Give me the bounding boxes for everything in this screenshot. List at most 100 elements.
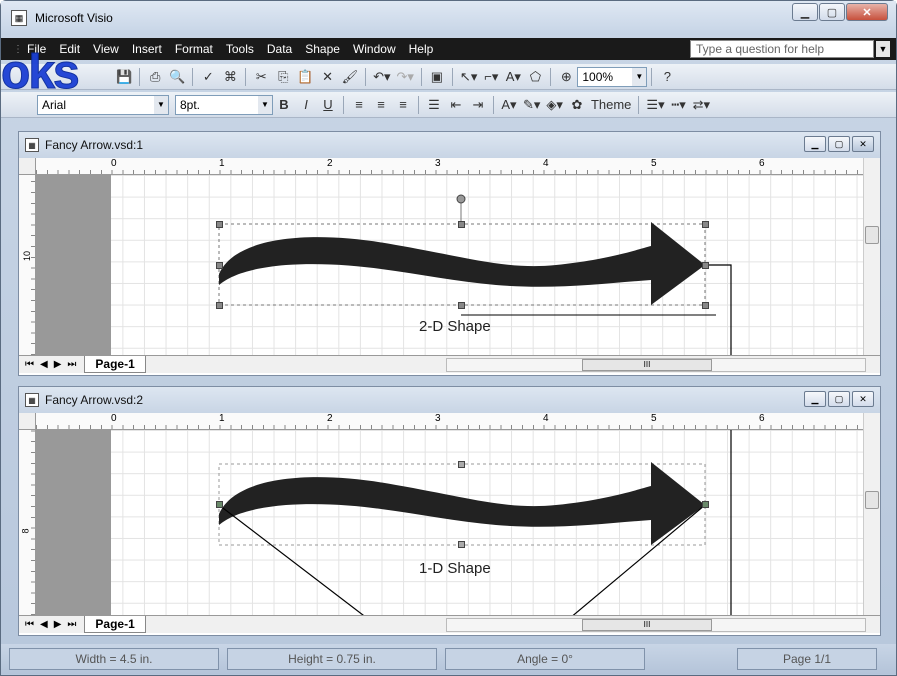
- theme-button[interactable]: Theme: [589, 95, 633, 115]
- line-weight-icon[interactable]: ☰▾: [644, 95, 666, 115]
- control-handle[interactable]: [458, 541, 465, 548]
- align-center-icon[interactable]: ≡: [371, 95, 391, 115]
- paste-icon[interactable]: 📋: [295, 67, 315, 87]
- bullets-icon[interactable]: ☰: [424, 95, 444, 115]
- end-point-handle[interactable]: [702, 501, 709, 508]
- zoom-select[interactable]: 100% ▼: [577, 66, 648, 87]
- maximize-button[interactable]: ▢: [819, 3, 845, 21]
- menu-format[interactable]: Format: [175, 42, 213, 56]
- connector-tool-icon[interactable]: ⌐▾: [481, 67, 501, 87]
- vertical-scrollbar[interactable]: [863, 158, 880, 355]
- menu-data[interactable]: Data: [267, 42, 292, 56]
- minimize-button[interactable]: ▁: [804, 391, 826, 407]
- font-size-value: 8pt.: [180, 97, 201, 112]
- ruler-corner: [19, 158, 36, 175]
- menu-shape[interactable]: Shape: [305, 42, 340, 56]
- menu-insert[interactable]: Insert: [132, 42, 162, 56]
- ruler-label: 0: [111, 158, 117, 169]
- scrollbar-thumb[interactable]: [865, 491, 879, 509]
- fancy-arrow-shape[interactable]: [219, 222, 705, 305]
- research-icon[interactable]: ⌘: [220, 67, 240, 87]
- selection-handle[interactable]: [216, 262, 223, 269]
- arrow-1d-shape[interactable]: [36, 430, 865, 615]
- selection-handle[interactable]: [702, 262, 709, 269]
- page-tab[interactable]: Page-1: [84, 616, 146, 633]
- page-tab[interactable]: Page-1: [84, 356, 146, 373]
- prev-page-icon[interactable]: ◀: [40, 359, 48, 370]
- ruler-label: 8: [20, 528, 31, 534]
- menu-window[interactable]: Window: [353, 42, 396, 56]
- save-icon[interactable]: 💾: [114, 67, 134, 87]
- scrollbar-thumb[interactable]: [865, 226, 879, 244]
- prev-page-icon[interactable]: ◀: [40, 619, 48, 630]
- fancy-arrow-shape[interactable]: [219, 462, 705, 545]
- last-page-icon[interactable]: ⏭: [67, 619, 76, 630]
- undo-icon[interactable]: ↶▾: [371, 67, 392, 87]
- shape-caption: 1-D Shape: [419, 560, 491, 577]
- menu-view[interactable]: View: [93, 42, 119, 56]
- close-button[interactable]: ✕: [852, 391, 874, 407]
- begin-point-handle[interactable]: [216, 501, 223, 508]
- line-ends-icon[interactable]: ⇄▾: [691, 95, 712, 115]
- copy-icon[interactable]: ⎘: [273, 67, 293, 87]
- control-handle[interactable]: [458, 461, 465, 468]
- first-page-icon[interactable]: ⏮: [25, 359, 34, 370]
- horizontal-scrollbar[interactable]: III: [446, 358, 866, 372]
- print-preview-icon[interactable]: 🔍: [167, 67, 187, 87]
- next-page-icon[interactable]: ▶: [54, 619, 62, 630]
- menu-help[interactable]: Help: [409, 42, 434, 56]
- pointer-tool-icon[interactable]: ↖▾: [458, 67, 479, 87]
- last-page-icon[interactable]: ⏭: [67, 359, 76, 370]
- selection-handle[interactable]: [702, 302, 709, 309]
- scrollbar-thumb[interactable]: III: [582, 619, 712, 631]
- fill-color-icon[interactable]: ◈▾: [544, 95, 565, 115]
- underline-icon[interactable]: U: [318, 95, 338, 115]
- help-dropdown-icon[interactable]: ▼: [876, 41, 890, 57]
- theme-icon[interactable]: ✿: [567, 95, 587, 115]
- delete-icon[interactable]: ✕: [318, 67, 338, 87]
- drawing-window-titlebar: ▦ Fancy Arrow.vsd:1 ▁ ▢ ✕: [19, 132, 880, 158]
- increase-indent-icon[interactable]: ⇥: [468, 95, 488, 115]
- rotation-handle[interactable]: [456, 194, 466, 204]
- font-size-select[interactable]: 8pt. ▼: [175, 94, 273, 115]
- vertical-scrollbar[interactable]: [863, 413, 880, 615]
- text-tool-icon[interactable]: A▾: [503, 67, 523, 87]
- line-color-icon[interactable]: ✎▾: [521, 95, 542, 115]
- print-icon[interactable]: ⎙: [145, 67, 165, 87]
- bold-icon[interactable]: B: [274, 95, 294, 115]
- selection-handle[interactable]: [458, 221, 465, 228]
- drawing-canvas[interactable]: 2-D Shape: [36, 175, 863, 355]
- italic-icon[interactable]: I: [296, 95, 316, 115]
- line-pattern-icon[interactable]: ┅▾: [669, 95, 689, 115]
- minimize-button[interactable]: ▁: [792, 3, 818, 21]
- close-button[interactable]: ✕: [846, 3, 888, 21]
- redo-icon[interactable]: ↷▾: [395, 67, 416, 87]
- pan-zoom-icon[interactable]: ⊕: [556, 67, 576, 87]
- drawing-tools-icon[interactable]: ⬠: [525, 67, 545, 87]
- align-right-icon[interactable]: ≡: [393, 95, 413, 115]
- spelling-icon[interactable]: ✓: [198, 67, 218, 87]
- font-color-icon[interactable]: A▾: [499, 95, 519, 115]
- shapes-icon[interactable]: ▣: [427, 67, 447, 87]
- first-page-icon[interactable]: ⏮: [25, 619, 34, 630]
- help-search-input[interactable]: Type a question for help: [690, 40, 874, 58]
- menu-tools[interactable]: Tools: [226, 42, 254, 56]
- horizontal-scrollbar[interactable]: III: [446, 618, 866, 632]
- minimize-button[interactable]: ▁: [804, 136, 826, 152]
- next-page-icon[interactable]: ▶: [54, 359, 62, 370]
- cut-icon[interactable]: ✂: [251, 67, 271, 87]
- close-button[interactable]: ✕: [852, 136, 874, 152]
- menu-bar: ⋮ File Edit View Insert Format Tools Dat…: [1, 38, 896, 60]
- scrollbar-thumb[interactable]: III: [582, 359, 712, 371]
- selection-handle[interactable]: [216, 302, 223, 309]
- restore-button[interactable]: ▢: [828, 136, 850, 152]
- align-left-icon[interactable]: ≡: [349, 95, 369, 115]
- selection-handle[interactable]: [702, 221, 709, 228]
- drawing-canvas[interactable]: 1-D Shape: [36, 430, 863, 615]
- help-icon[interactable]: ?: [657, 67, 677, 87]
- selection-handle[interactable]: [458, 302, 465, 309]
- restore-button[interactable]: ▢: [828, 391, 850, 407]
- selection-handle[interactable]: [216, 221, 223, 228]
- decrease-indent-icon[interactable]: ⇤: [446, 95, 466, 115]
- format-painter-icon[interactable]: 🖌: [340, 67, 361, 87]
